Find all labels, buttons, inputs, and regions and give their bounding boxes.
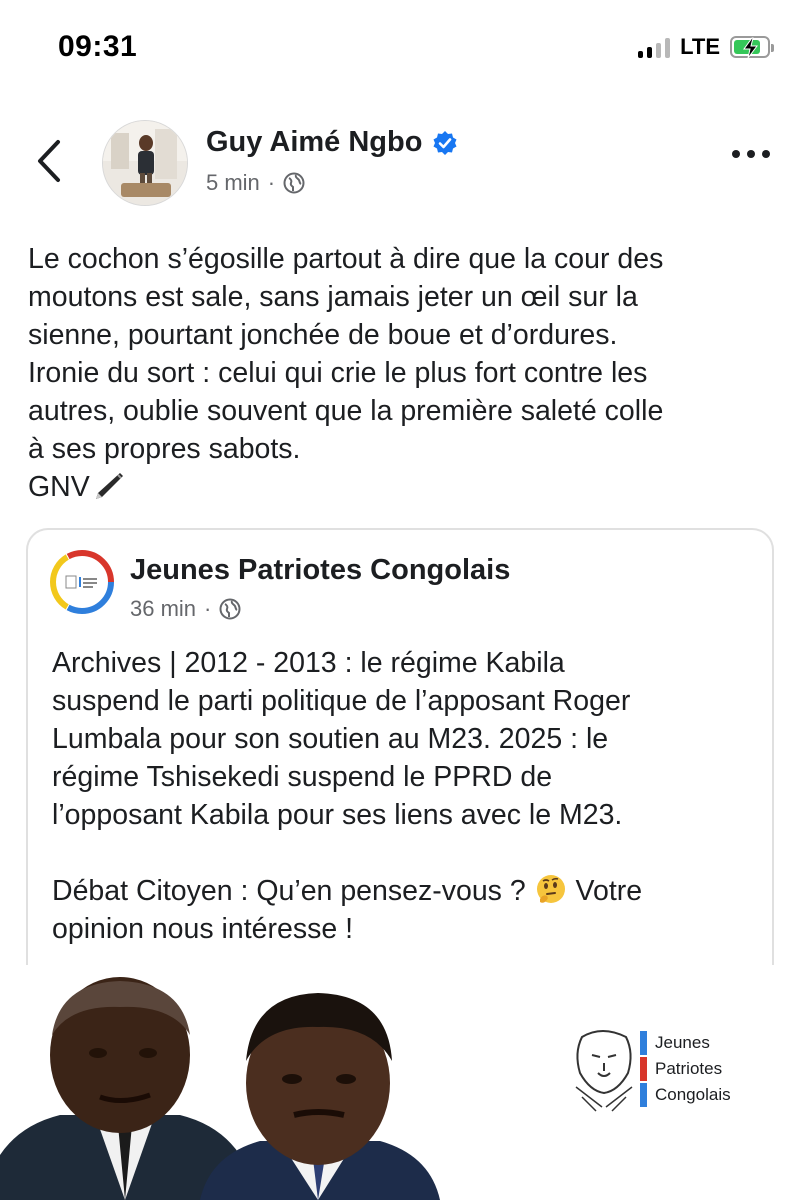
chevron-left-icon xyxy=(38,140,60,182)
logo-word: Jeunes xyxy=(655,1033,710,1052)
post-text-line: autres, oublie souvent que la première s… xyxy=(28,395,664,427)
author-name-row: Guy Aimé Ngbo xyxy=(206,126,458,159)
pen-icon xyxy=(95,473,123,499)
status-indicators: LTE xyxy=(638,34,774,60)
dot-icon xyxy=(732,150,740,158)
brand-logo: Jeunes Patriotes Congolais xyxy=(640,1031,731,1107)
signature-text: GNV xyxy=(28,471,90,503)
avatar-photo xyxy=(103,121,187,205)
post-text-line: Le cochon s’égosille partout à dire que … xyxy=(28,243,664,275)
globe-icon xyxy=(219,598,241,620)
shared-text-line: l’opposant Kabila pour ses liens avec le… xyxy=(52,799,623,831)
status-bar: 09:31 LTE xyxy=(0,0,800,100)
post-signature: GNV xyxy=(28,468,778,506)
post-meta: 5 min · xyxy=(206,170,305,196)
shared-post-body: Archives | 2012 - 2013 : le régime Kabil… xyxy=(52,644,752,948)
thinking-face-icon xyxy=(536,875,565,903)
shared-text-line: régime Tshisekedi suspend le PPRD de xyxy=(52,761,553,793)
shared-post-meta: 36 min · xyxy=(130,596,241,622)
question-prefix: Débat Citoyen : Qu’en pensez-vous ? xyxy=(52,875,526,907)
dot-icon xyxy=(762,150,770,158)
shared-post-card[interactable]: Jeunes Patriotes Congolais 36 min · Arch… xyxy=(26,528,774,988)
shared-text-line: suspend le parti politique de l’apposant… xyxy=(52,685,631,717)
more-options-button[interactable] xyxy=(732,150,770,158)
post-text-line: à ses propres sabots. xyxy=(28,433,301,465)
post-body: Le cochon s’égosille partout à dire que … xyxy=(28,240,778,506)
post-text-line: moutons est sale, sans jamais jeter un œ… xyxy=(28,281,638,313)
logo-text: Jeunes Patriotes Congolais xyxy=(640,1031,731,1107)
post-header: Guy Aimé Ngbo 5 min · xyxy=(0,118,800,208)
back-button[interactable] xyxy=(30,136,70,186)
network-type: LTE xyxy=(680,34,720,59)
post-text-line: sienne, pourtant jonchée de boue et d’or… xyxy=(28,319,618,351)
author-avatar[interactable] xyxy=(102,120,188,206)
shared-text-line: Archives | 2012 - 2013 : le régime Kabil… xyxy=(52,647,565,679)
meta-separator: · xyxy=(267,170,276,195)
meta-separator: · xyxy=(204,596,212,621)
status-time: 09:31 xyxy=(58,30,138,63)
signal-icon xyxy=(638,36,671,58)
charging-bolt-icon xyxy=(743,37,758,59)
shared-question-line: Débat Citoyen : Qu’en pensez-vous ? Votr… xyxy=(52,872,752,910)
question-suffix: Votre xyxy=(575,875,643,907)
lion-logo-icon xyxy=(575,1030,633,1112)
logo-word: Patriotes xyxy=(655,1059,723,1078)
verified-badge-icon xyxy=(433,130,457,155)
post-time[interactable]: 5 min xyxy=(206,170,260,196)
shared-question-line-2: opinion nous intéresse ! xyxy=(52,913,354,945)
battery-icon xyxy=(730,36,774,59)
shared-text-line: Lumbala pour son soutien au M23. 2025 : … xyxy=(52,723,609,755)
page-name[interactable]: Jeunes Patriotes Congolais xyxy=(130,554,510,587)
logo-word: Congolais xyxy=(655,1085,731,1104)
globe-icon xyxy=(283,172,305,194)
post-text-line: Ironie du sort : celui qui crie le plus … xyxy=(28,357,648,389)
author-name[interactable]: Guy Aimé Ngbo xyxy=(206,126,422,159)
page-avatar-icon[interactable] xyxy=(50,550,114,614)
dot-icon xyxy=(747,150,755,158)
shared-post-time[interactable]: 36 min xyxy=(130,596,196,622)
shared-post-image[interactable]: Jeunes Patriotes Congolais xyxy=(0,965,800,1200)
